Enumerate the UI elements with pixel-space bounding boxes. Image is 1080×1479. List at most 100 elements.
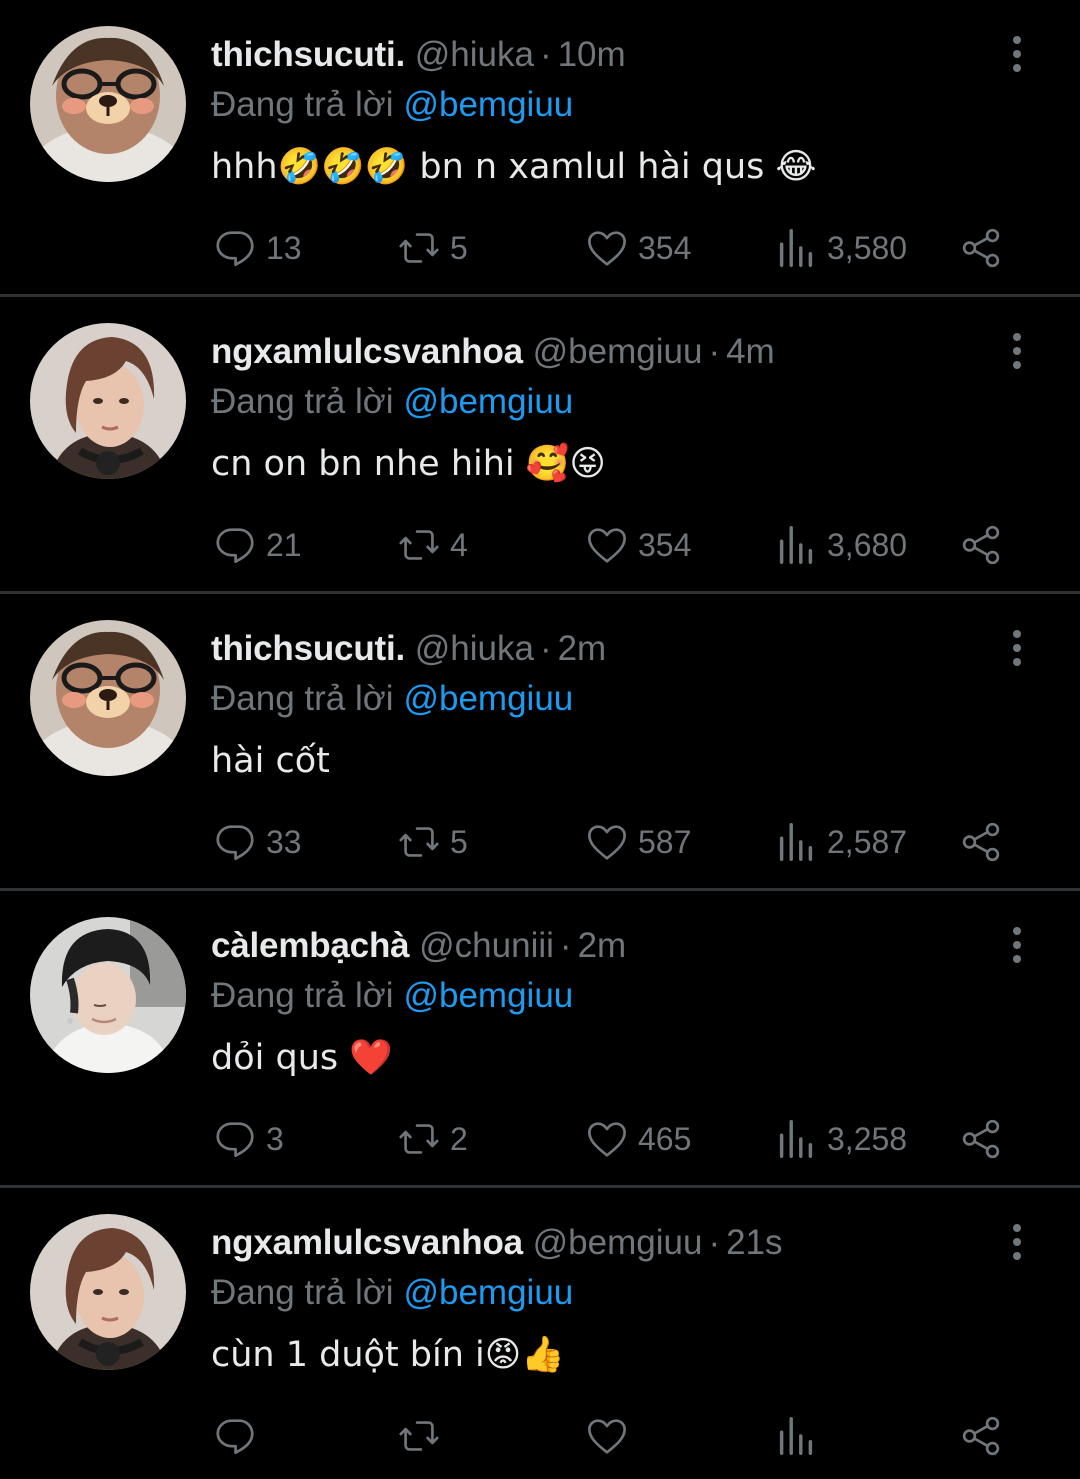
like-count: 354 <box>638 229 692 266</box>
reply-button[interactable]: 21 <box>212 519 302 571</box>
separator-dot: · <box>559 926 572 965</box>
like-count: 465 <box>638 1120 692 1157</box>
user-handle[interactable]: @bemgiuu <box>533 1223 703 1262</box>
replying-to-label: Đang trả lời <box>211 382 394 421</box>
user-handle[interactable]: @hiuka <box>415 629 534 668</box>
like-icon <box>588 1122 626 1157</box>
mention-link[interactable]: @bemgiuu <box>403 679 573 718</box>
tweet-text: hhh🤣🤣🤣 bn n xamlul hài qus 😂 <box>211 147 817 187</box>
display-name[interactable]: ngxamlulcsvanhoa <box>211 1223 523 1262</box>
reply-icon <box>216 231 254 267</box>
display-name[interactable]: thichsucuti. <box>211 629 405 668</box>
views-button[interactable]: 3,258 <box>773 1113 907 1165</box>
views-button[interactable]: 2,587 <box>773 816 907 868</box>
retweet-count: 4 <box>450 526 468 563</box>
replying-to: Đang trả lời @bemgiuu <box>211 377 573 427</box>
share-icon <box>962 1416 1000 1456</box>
like-count: 587 <box>638 823 692 860</box>
user-handle[interactable]: @hiuka <box>415 35 534 74</box>
separator-dot: · <box>708 332 721 371</box>
share-button[interactable] <box>958 222 1004 274</box>
timestamp[interactable]: 4m <box>726 332 775 371</box>
more-vertical-icon[interactable] <box>1002 36 1032 72</box>
views-count: 3,258 <box>827 1120 908 1157</box>
like-button[interactable]: 354 <box>584 519 691 571</box>
replying-to: Đang trả lời @bemgiuu <box>211 1268 573 1318</box>
share-icon <box>962 822 1000 862</box>
tweet-text: dỏi qus ❤️ <box>211 1038 393 1078</box>
retweet-button[interactable] <box>396 1410 450 1462</box>
share-button[interactable] <box>958 1410 1004 1462</box>
display-name[interactable]: ngxamlulcsvanhoa <box>211 332 523 371</box>
reply-count: 3 <box>266 1120 284 1157</box>
share-icon <box>962 525 1000 565</box>
more-vertical-icon[interactable] <box>1002 630 1032 666</box>
mention-link[interactable]: @bemgiuu <box>403 85 573 124</box>
like-button[interactable]: 354 <box>584 222 691 274</box>
tweet-header: thichsucuti. @hiuka · 10m <box>211 30 626 80</box>
views-button[interactable]: 3,680 <box>773 519 907 571</box>
tweet[interactable]: thichsucuti. @hiuka · 10m Đang trả lời @bem… <box>0 0 1080 297</box>
avatar-bear-filter <box>30 26 186 182</box>
retweet-button[interactable]: 5 <box>396 222 468 274</box>
like-button[interactable]: 465 <box>584 1113 691 1165</box>
views-button[interactable]: 3,580 <box>773 222 907 274</box>
views-icon <box>779 1417 813 1455</box>
retweet-icon <box>399 827 439 857</box>
views-count: 3,680 <box>827 526 908 563</box>
tweet[interactable]: thichsucuti. @hiuka · 2m Đang trả lời @bemg… <box>0 594 1080 891</box>
tweet-text: cn on bn nhe hihi 🥰😝 <box>211 444 606 484</box>
mention-link[interactable]: @bemgiuu <box>403 382 573 421</box>
reply-icon <box>216 528 254 564</box>
avatar[interactable] <box>30 26 186 182</box>
retweet-icon <box>399 1124 439 1154</box>
mention-link[interactable]: @bemgiuu <box>403 1273 573 1312</box>
like-button[interactable] <box>584 1410 638 1462</box>
like-button[interactable]: 587 <box>584 816 691 868</box>
retweet-button[interactable]: 4 <box>396 519 468 571</box>
user-handle[interactable]: @bemgiuu <box>533 332 703 371</box>
tweet[interactable]: ngxamlulcsvanhoa @bemgiuu · 21s Đang trả l… <box>0 1188 1080 1479</box>
separator-dot: · <box>539 35 552 74</box>
share-button[interactable] <box>958 519 1004 571</box>
more-vertical-icon[interactable] <box>1002 927 1032 963</box>
retweet-button[interactable]: 2 <box>396 1113 468 1165</box>
reply-button[interactable]: 33 <box>212 816 302 868</box>
tweet-header: ngxamlulcsvanhoa @bemgiuu · 21s <box>211 1218 783 1268</box>
share-button[interactable] <box>958 816 1004 868</box>
timestamp[interactable]: 2m <box>558 629 607 668</box>
timestamp[interactable]: 2m <box>578 926 627 965</box>
avatar[interactable] <box>30 1214 186 1370</box>
avatar-brown-hair <box>30 323 186 479</box>
retweet-button[interactable]: 5 <box>396 816 468 868</box>
avatar-brown-hair <box>30 1214 186 1370</box>
avatar[interactable] <box>30 917 186 1073</box>
reply-button[interactable]: 3 <box>212 1113 284 1165</box>
reply-count: 33 <box>266 823 302 860</box>
like-count: 354 <box>638 526 692 563</box>
reply-button[interactable] <box>212 1410 266 1462</box>
reply-icon <box>216 1122 254 1158</box>
tweet[interactable]: ngxamlulcsvanhoa @bemgiuu · 4m Đang trả lờ… <box>0 297 1080 594</box>
more-vertical-icon[interactable] <box>1002 1224 1032 1260</box>
reply-icon <box>216 825 254 861</box>
timestamp[interactable]: 21s <box>726 1223 782 1262</box>
mention-link[interactable]: @bemgiuu <box>403 976 573 1015</box>
retweet-icon <box>399 530 439 560</box>
timestamp[interactable]: 10m <box>558 35 626 74</box>
display-name[interactable]: càlembạchà <box>211 926 410 965</box>
tweet[interactable]: càlembạchà @chuniii · 2m Đang trả lời @bemg… <box>0 891 1080 1188</box>
views-icon <box>779 526 813 564</box>
retweet-count: 2 <box>450 1120 468 1157</box>
more-vertical-icon[interactable] <box>1002 333 1032 369</box>
tweet-header: ngxamlulcsvanhoa @bemgiuu · 4m <box>211 327 775 377</box>
views-button[interactable] <box>773 1410 827 1462</box>
avatar-black-beanie <box>30 917 186 1073</box>
user-handle[interactable]: @chuniii <box>419 926 554 965</box>
avatar[interactable] <box>30 323 186 479</box>
display-name[interactable]: thichsucuti. <box>211 35 405 74</box>
share-button[interactable] <box>958 1113 1004 1165</box>
like-icon <box>588 825 626 860</box>
avatar[interactable] <box>30 620 186 776</box>
reply-button[interactable]: 13 <box>212 222 302 274</box>
